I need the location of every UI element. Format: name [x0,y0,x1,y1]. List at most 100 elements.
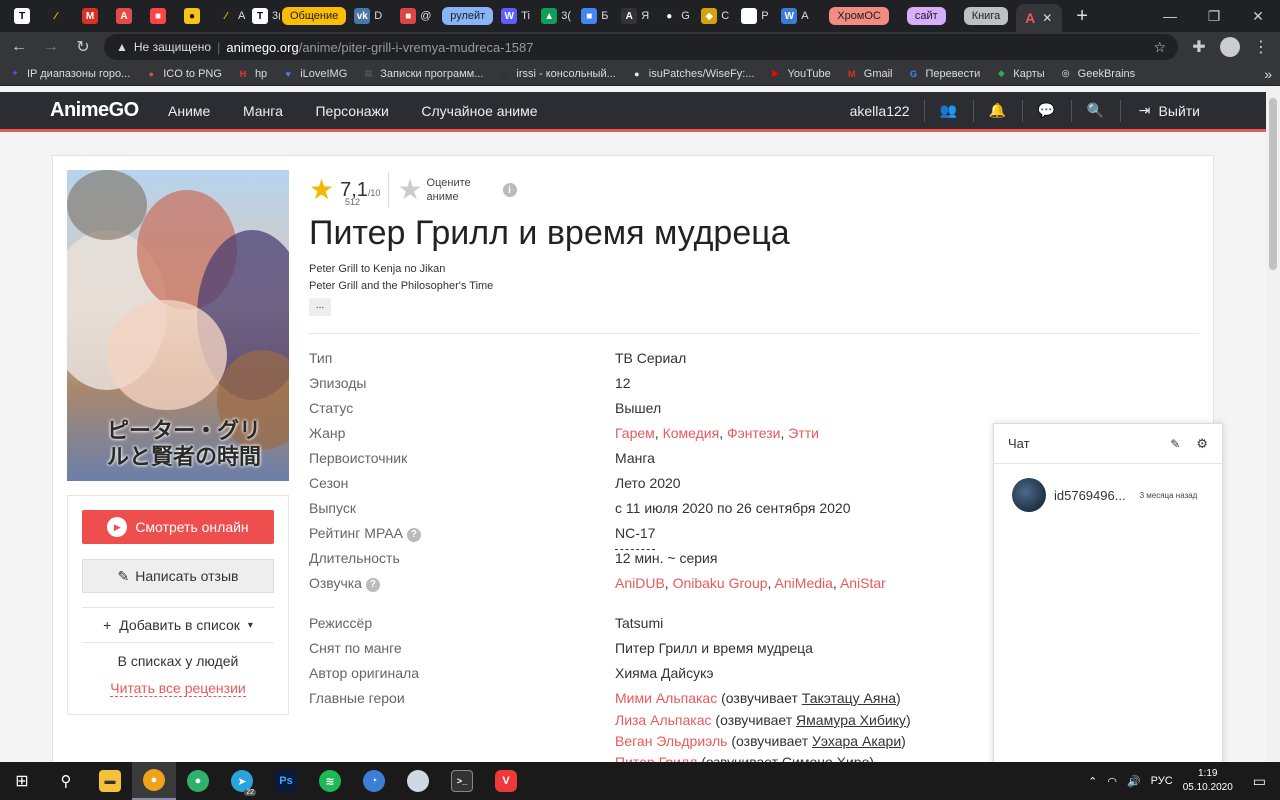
clock[interactable]: 1:19 05.10.2020 [1183,767,1233,795]
site-logo[interactable]: AnimeGO [50,99,168,122]
add-to-list-button[interactable]: + Добавить в список ▾ [82,607,274,643]
bookmark-item[interactable]: ✦ IP диапазоны горо... [8,67,130,81]
chevron-up-icon[interactable]: ⌃ [1088,775,1097,788]
taskbar-telegram[interactable]: ➤ 22 [220,762,264,800]
chat-conversation[interactable]: id5769496... 3 месяца назад [994,464,1222,526]
volume-icon[interactable]: 🔊 [1127,775,1141,788]
menu-manga[interactable]: Манга [243,103,283,119]
bookmark-item[interactable]: Hhp [236,67,268,81]
taskbar-app-blue[interactable]: ◔ [352,762,396,800]
bookmark-star-icon[interactable]: ☆ [1153,39,1166,56]
warning-icon[interactable]: ▲ [116,40,128,54]
browser-tab[interactable]: ■ @ [394,4,440,28]
bookmark-item[interactable]: ♥ iLoveIMG [281,67,348,81]
rate-star-icon[interactable]: ★ [397,176,422,204]
language-indicator[interactable]: РУС [1151,775,1173,787]
taskbar-chrome[interactable]: ● [132,762,176,800]
taskbar-spotify[interactable]: ≋ [308,762,352,800]
browser-tab[interactable]: ▣ P [735,4,775,28]
taskbar-photoshop[interactable]: Ps [264,762,308,800]
tab-group-sait[interactable]: сайт [906,7,946,25]
taskbar-app-globe[interactable] [396,762,440,800]
browser-tab[interactable]: T 3( [246,4,280,28]
browser-tab[interactable]: ▲ 3( [535,4,575,28]
gear-icon[interactable]: ⚙ [1196,436,1208,452]
director-link[interactable]: Tatsumi [615,615,663,640]
tab-group-obschenie[interactable]: Общение [282,7,347,25]
bookmark-item[interactable]: ◎ GeekBrains [1059,67,1135,81]
dub-link[interactable]: AniMedia [775,575,833,591]
minimize-icon[interactable]: — [1148,8,1192,25]
write-review-button[interactable]: ✎ Написать отзыв [82,559,274,593]
reload-icon[interactable]: ↻ [72,37,94,57]
browser-tab[interactable]: ∕ [42,4,76,28]
taskbar-vivaldi[interactable]: V [484,762,528,800]
bookmark-item[interactable]: ◆ Карты [994,67,1045,81]
browser-tab[interactable]: vk D [348,4,394,28]
page-scrollbar[interactable] [1266,86,1280,762]
active-tab[interactable]: A ✕ [1016,4,1063,32]
bookmark-item[interactable]: ▦ Записки программ... [361,67,483,81]
genre-link[interactable]: Этти [788,425,819,441]
genre-link[interactable]: Комедия [663,425,720,441]
browser-tab[interactable]: WA [775,4,815,28]
menu-random-anime[interactable]: Случайное аниме [421,103,537,119]
bookmark-item[interactable]: G Перевести [907,67,980,81]
dub-link[interactable]: AniStar [840,575,886,591]
info-icon[interactable]: i [502,183,517,197]
menu-characters[interactable]: Персонажи [315,103,388,119]
forward-icon[interactable]: → [40,38,62,56]
scrollbar-thumb[interactable] [1269,98,1277,270]
rate-prompt[interactable]: Оцените аниме [427,176,479,204]
browser-tab[interactable]: T [8,4,42,28]
notifications-bell-icon[interactable]: 🔔 [988,102,1008,119]
browser-tab[interactable]: A [110,4,144,28]
mpaa-value[interactable]: NC-17 [615,525,656,550]
profile-avatar[interactable] [1220,37,1240,57]
wifi-icon[interactable]: ◠ [1107,775,1117,788]
notification-center-icon[interactable]: ▭ [1253,773,1266,790]
genre-link[interactable]: Фэнтези [727,425,781,441]
address-bar[interactable]: ▲ Не защищено | animego.org/anime/piter-… [104,34,1178,60]
dub-link[interactable]: Onibaku Group [673,575,768,591]
browser-tab[interactable]: ■ [144,4,178,28]
bookmarks-overflow-icon[interactable]: » [1264,66,1272,82]
close-window-icon[interactable]: ✕ [1236,8,1280,25]
bookmark-item[interactable]: ▶ YouTube [769,67,831,81]
bookmark-item[interactable]: ● ICO to PNG [144,67,222,81]
browser-tab[interactable]: AЯ [615,4,655,28]
not-secure-label[interactable]: Не защищено [134,40,211,54]
browser-tab[interactable]: ■ Б [575,4,615,28]
tab-group-kniga[interactable]: Книга [963,7,1009,25]
browser-tab[interactable]: M [76,4,110,28]
restore-icon[interactable]: ❐ [1192,8,1236,25]
friends-icon[interactable]: 👥 [939,102,959,119]
start-button[interactable]: ⊞ [0,762,44,800]
taskbar-maps[interactable]: ● [176,762,220,800]
status-link[interactable]: Вышел [615,400,661,425]
browser-tab[interactable]: ◆ C [695,4,735,28]
menu-anime[interactable]: Аниме [168,103,210,119]
username-link[interactable]: akella122 [850,103,910,119]
watch-online-button[interactable]: ▶ Смотреть онлайн [82,510,274,544]
tab-group-ruleit[interactable]: рулейт [442,7,494,25]
search-button[interactable]: ⚲ [44,762,88,800]
browser-tab[interactable]: ∕ A [212,4,246,28]
taskbar-terminal[interactable]: >_ [440,762,484,800]
more-menu-icon[interactable]: ⋮ [1250,37,1272,57]
logout-link[interactable]: Выйти [1159,103,1200,119]
browser-tab[interactable]: W Ti [495,4,535,28]
bookmark-item[interactable]: ■ irssi - консольный... [497,67,616,81]
in-lists-link[interactable]: В списках у людей [68,653,288,669]
close-tab-icon[interactable]: ✕ [1042,11,1052,25]
extensions-icon[interactable]: ✚ [1188,37,1210,57]
back-icon[interactable]: ← [8,38,30,56]
tab-group-chromos[interactable]: ХромОС [829,7,889,25]
read-reviews-link[interactable]: Читать все рецензии [68,680,288,697]
author-link[interactable]: Хияма Дайсукэ [615,665,714,690]
pencil-icon[interactable]: ✎ [1170,437,1180,451]
dub-link[interactable]: AniDUB [615,575,665,591]
bookmark-item[interactable]: M Gmail [845,67,892,81]
season-link[interactable]: Лето 2020 [615,475,681,500]
new-tab-button[interactable]: + [1076,5,1088,28]
